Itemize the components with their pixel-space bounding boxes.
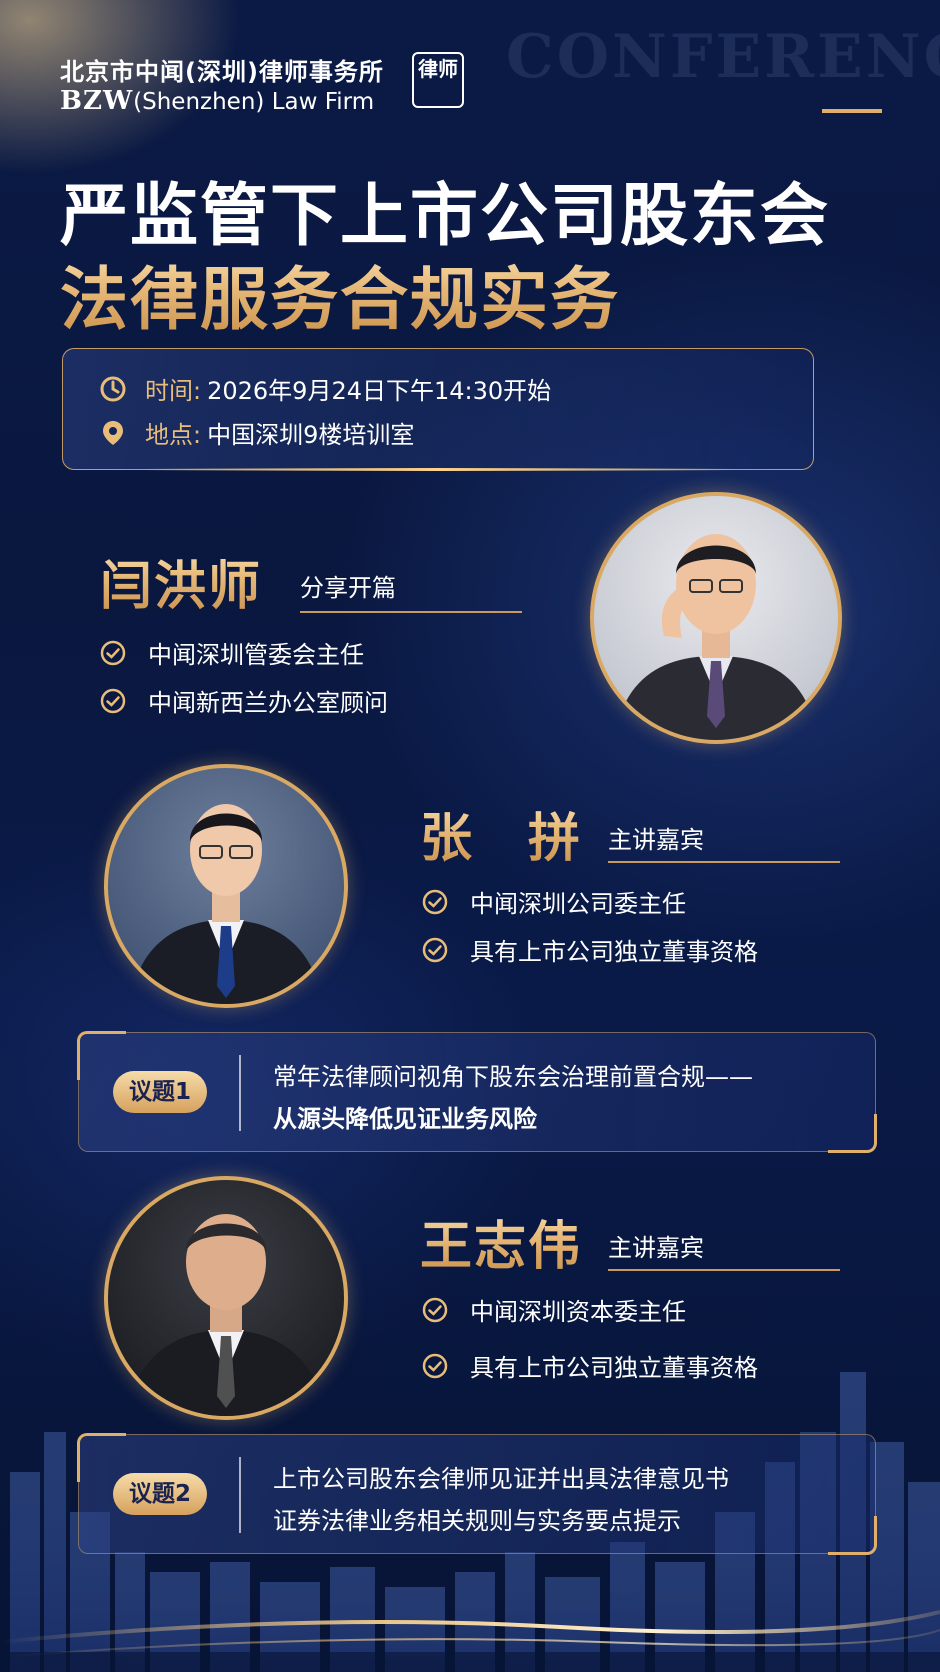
speaker-2-rule [608, 861, 840, 863]
speaker-2-role: 主讲嘉宾 [608, 826, 704, 854]
speaker-2-portrait [130, 804, 322, 1004]
topic-1-line-2: 从源头降低见证业务风险 [273, 1105, 537, 1133]
firm-name-english: BZW(Shenzhen) Law Firm [60, 86, 374, 116]
check-circle-icon [422, 1353, 448, 1378]
speaker-3-bullet-text: 具有上市公司独立董事资格 [470, 1354, 758, 1382]
poster: 北京市中闻(深圳)律师事务所 BZW(Shenzhen) Law Firm 律师… [0, 0, 940, 1672]
speaker-1-bullet-text: 中闻深圳管委会主任 [148, 641, 364, 669]
topic-2-box: 议题2 上市公司股东会律师见证并出具法律意见书 证券法律业务相关规则与实务要点提… [77, 1433, 877, 1555]
topic-2-corner [77, 1433, 126, 1482]
topic-1-separator [239, 1055, 241, 1131]
topic-2-corner [828, 1516, 877, 1555]
check-circle-icon [422, 937, 448, 962]
speaker-1-name: 闫洪师 [100, 544, 262, 619]
topic-2-tag: 议题2 [113, 1473, 207, 1515]
check-circle-icon [422, 1297, 448, 1322]
event-place-label: 地点: [145, 421, 202, 449]
speaker-2-bullet: 中闻深圳公司委主任 [422, 884, 686, 919]
speaker-1-rule [300, 611, 522, 613]
firm-name-english-rest: (Shenzhen) Law Firm [133, 89, 375, 115]
speaker-3-bullet-text: 中闻深圳资本委主任 [470, 1298, 686, 1326]
speaker-3-portrait [126, 1214, 326, 1416]
event-time-label: 时间: [145, 377, 202, 405]
speaker-1-photo [590, 492, 842, 744]
event-time-value: 2026年9月24日下午14:30开始 [207, 377, 552, 405]
topic-1-corner [77, 1031, 126, 1080]
speaker-2-name: 张 拼 [420, 796, 582, 871]
title-line-2: 法律服务合规实务 [60, 244, 620, 343]
check-circle-icon [422, 889, 448, 914]
check-circle-icon [100, 640, 126, 665]
topic-1-tag: 议题1 [113, 1071, 207, 1113]
speaker-3-role: 主讲嘉宾 [608, 1234, 704, 1262]
speaker-3-bullet: 中闻深圳资本委主任 [422, 1292, 686, 1327]
speaker-3-name: 王志伟 [420, 1204, 582, 1279]
speaker-1-bullet: 中闻深圳管委会主任 [100, 635, 364, 670]
speaker-1-portrait [614, 534, 818, 740]
speaker-1-bullet: 中闻新西兰办公室顾问 [100, 683, 388, 718]
conference-watermark: CONFERENCE [506, 22, 940, 92]
topic-2-separator [239, 1457, 241, 1533]
speaker-3-photo [104, 1176, 348, 1420]
speaker-2-bullet-text: 具有上市公司独立董事资格 [470, 938, 758, 966]
event-place-value: 中国深圳9楼培训室 [207, 421, 415, 449]
clock-icon [100, 376, 126, 401]
firm-seal-logo: 律师 [412, 52, 464, 108]
speaker-2-bullet: 具有上市公司独立董事资格 [422, 932, 758, 967]
firm-logo-mark: BZW [60, 86, 134, 116]
speaker-3-rule [608, 1269, 840, 1271]
firm-name-chinese: 北京市中闻(深圳)律师事务所 [60, 58, 384, 86]
topic-1-line-1: 常年法律顾问视角下股东会治理前置合规—— [273, 1063, 753, 1091]
speaker-1-role: 分享开篇 [300, 574, 396, 602]
speaker-2-bullet-text: 中闻深圳公司委主任 [470, 890, 686, 918]
topic-2-line-2: 证券法律业务相关规则与实务要点提示 [273, 1507, 681, 1535]
map-pin-icon [103, 420, 123, 445]
speaker-1-bullet-text: 中闻新西兰办公室顾问 [148, 689, 388, 717]
topic-1-corner [828, 1114, 877, 1153]
decorative-gold-dash [822, 109, 882, 113]
speaker-2-photo [104, 764, 348, 1008]
topic-2-line-1: 上市公司股东会律师见证并出具法律意见书 [273, 1465, 729, 1493]
topic-1-box: 议题1 常年法律顾问视角下股东会治理前置合规—— 从源头降低见证业务风险 [77, 1031, 877, 1153]
event-place-row: 地点: 中国深圳9楼培训室 [99, 415, 414, 450]
event-info-box: 时间: 2026年9月24日下午14:30开始 地点: 中国深圳9楼培训室 [62, 348, 814, 471]
event-time-row: 时间: 2026年9月24日下午14:30开始 [99, 371, 551, 406]
check-circle-icon [100, 688, 126, 713]
speaker-3-bullet: 具有上市公司独立董事资格 [422, 1348, 758, 1383]
